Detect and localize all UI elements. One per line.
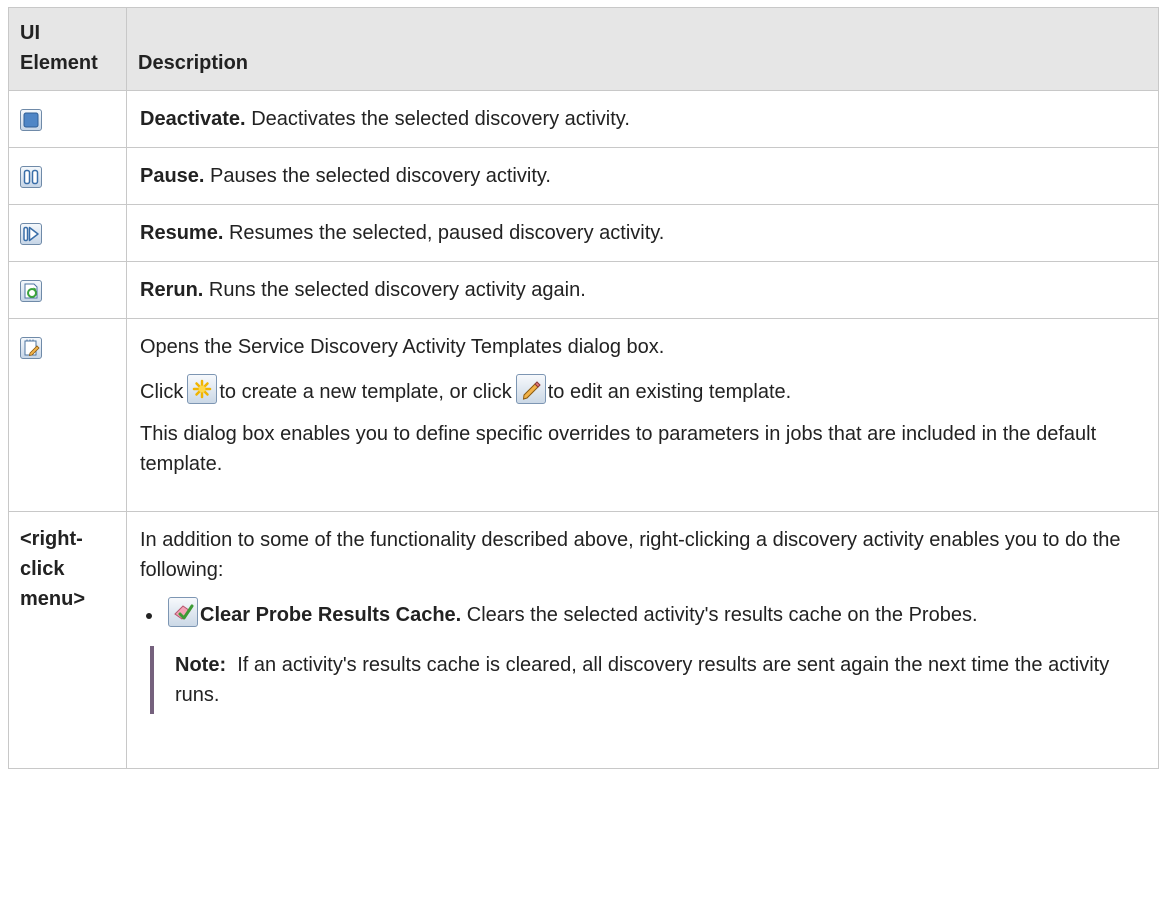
clear-cache-title: Clear Probe Results Cache. xyxy=(200,604,462,626)
row-description: Resume. Resumes the selected, paused dis… xyxy=(140,218,1144,248)
table-row: Deactivate. Deactivates the selected dis… xyxy=(8,90,1159,148)
table-row: Pause. Pauses the selected discovery act… xyxy=(8,147,1159,205)
resume-icon xyxy=(20,223,42,245)
clear-cache-text: Clears the selected activity's results c… xyxy=(466,604,978,626)
header-description: Description xyxy=(126,7,1159,91)
table-row: Rerun. Runs the selected discovery activ… xyxy=(8,261,1159,319)
right-click-list: Clear Probe Results Cache. Clears the se… xyxy=(140,597,1144,630)
row-text: Runs the selected discovery activity aga… xyxy=(208,279,586,301)
row-title: Resume. xyxy=(140,222,224,244)
templates-icon xyxy=(20,337,42,359)
ui-elements-table: UI Element Description Deactivate. Deact… xyxy=(8,7,1159,769)
row-title: Pause. xyxy=(140,165,205,187)
edit-text: to edit an existing template. xyxy=(547,381,792,403)
note-block: Note: If an activity's results cache is … xyxy=(150,646,1144,714)
table-row: <right-click menu> In addition to some o… xyxy=(8,511,1159,769)
row-text: Deactivates the selected discovery activ… xyxy=(251,108,630,130)
new-template-icon xyxy=(187,374,218,404)
edit-template-icon xyxy=(515,374,546,404)
row-title: Rerun. xyxy=(140,279,204,301)
right-click-intro: In addition to some of the functionality… xyxy=(140,529,1121,581)
pause-icon xyxy=(20,166,42,188)
list-item: Clear Probe Results Cache. Clears the se… xyxy=(164,597,1144,630)
header-ui-element: UI Element xyxy=(8,7,127,91)
row-text: Resumes the selected, paused discovery a… xyxy=(228,222,665,244)
deactivate-icon xyxy=(20,109,42,131)
templates-line-3: This dialog box enables you to define sp… xyxy=(140,423,1097,475)
row-description: Deactivate. Deactivates the selected dis… xyxy=(140,104,1144,134)
table-row: Resume. Resumes the selected, paused dis… xyxy=(8,204,1159,262)
row-description: Pause. Pauses the selected discovery act… xyxy=(140,161,1144,191)
note-text: If an activity's results cache is cleare… xyxy=(175,654,1110,706)
right-click-menu-label: <right-click menu> xyxy=(8,511,127,769)
templates-line-2: Click to create a new template, or click t… xyxy=(140,374,1144,407)
create-text: to create a new template, or click xyxy=(219,381,512,403)
note-label: Note: xyxy=(175,654,227,676)
click-word: Click xyxy=(140,381,184,403)
row-title: Deactivate. xyxy=(140,108,246,130)
row-description: Rerun. Runs the selected discovery activ… xyxy=(140,275,1144,305)
rerun-icon xyxy=(20,280,42,302)
table-header-row: UI Element Description xyxy=(8,7,1159,91)
table-row: Opens the Service Discovery Activity Tem… xyxy=(8,318,1159,512)
clear-cache-icon xyxy=(168,597,198,627)
templates-line-1: Opens the Service Discovery Activity Tem… xyxy=(140,336,665,358)
row-text: Pauses the selected discovery activity. xyxy=(210,165,551,187)
